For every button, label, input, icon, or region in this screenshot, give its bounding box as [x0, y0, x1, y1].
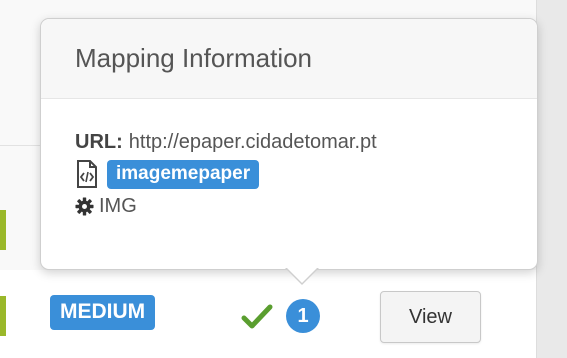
- gear-icon: [75, 196, 94, 216]
- view-button[interactable]: View: [380, 291, 481, 343]
- level-badge: MEDIUM: [50, 295, 156, 330]
- type-line: IMG: [75, 191, 537, 221]
- tag-line: imagemepaper: [75, 159, 537, 189]
- mapping-tag-badge[interactable]: imagemepaper: [107, 159, 260, 189]
- url-label: URL:: [75, 130, 123, 153]
- row-accent-bar: [0, 296, 6, 336]
- url-line: URL: http://epaper.cidadetomar.pt: [75, 127, 537, 157]
- popover-pointer-fill: [286, 267, 318, 283]
- check-icon: [241, 304, 273, 329]
- mapping-info-popover: Mapping Information URL: http://epaper.c…: [40, 18, 538, 270]
- scrollbar-track[interactable]: [536, 0, 567, 358]
- row-accent-bar: [0, 210, 6, 250]
- mapping-count-badge[interactable]: 1: [286, 299, 320, 333]
- url-value: http://epaper.cidadetomar.pt: [128, 130, 377, 153]
- popover-body: URL: http://epaper.cidadetomar.pt imagem…: [41, 99, 537, 221]
- mapping-type: IMG: [99, 194, 137, 217]
- file-code-icon: [77, 160, 97, 188]
- popover-title: Mapping Information: [41, 19, 537, 99]
